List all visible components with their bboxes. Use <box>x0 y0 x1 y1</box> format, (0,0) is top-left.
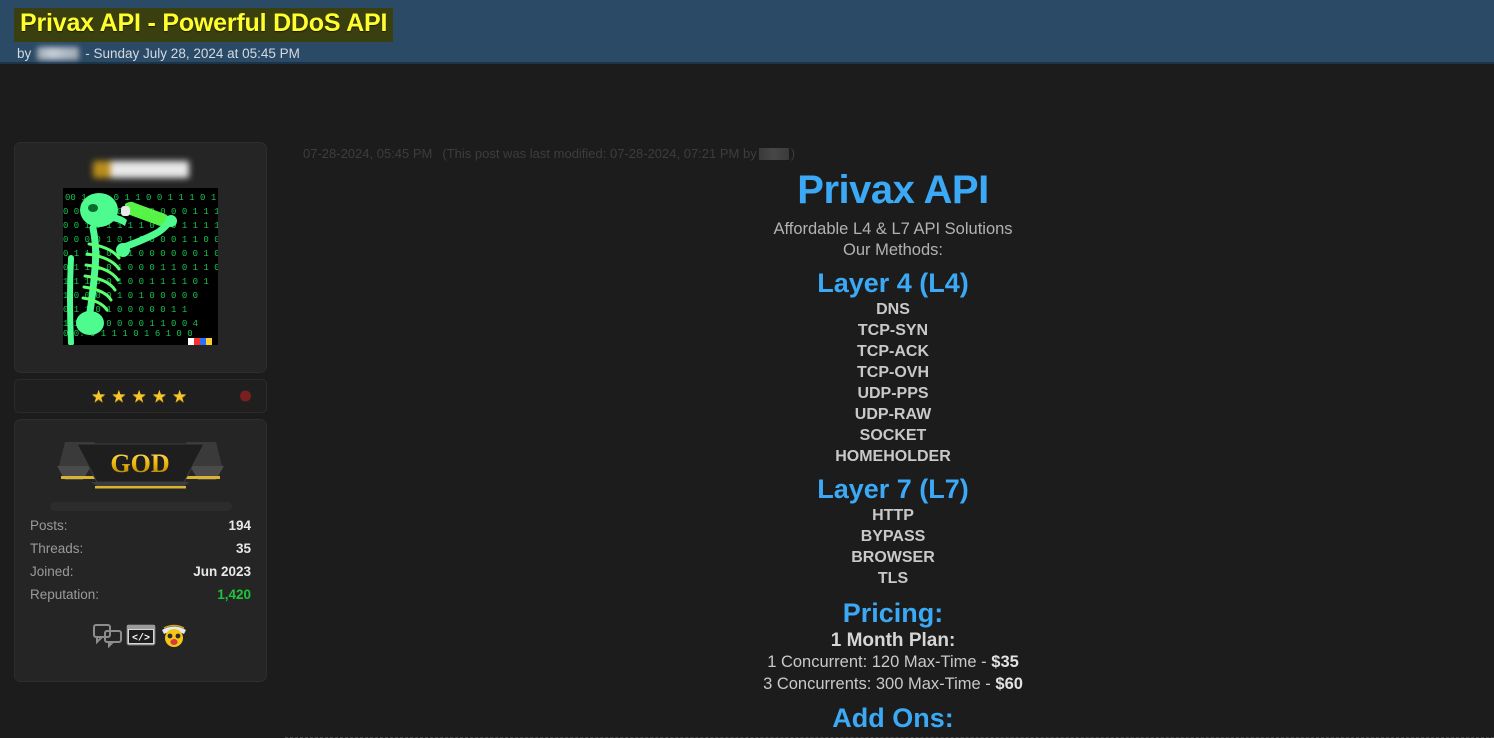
author-username-redacted[interactable] <box>92 161 189 178</box>
author-rating-stars: ★ ★ ★ ★ ★ <box>14 379 267 413</box>
stat-row-joined: Joined: Jun 2023 <box>30 562 251 585</box>
addons-heading: Add Ons: <box>832 703 954 734</box>
layer7-method: TLS <box>877 569 909 587</box>
plan-description: 3 Concurrents: 300 Max-Time - <box>763 674 996 693</box>
stat-label: Posts: <box>30 518 68 533</box>
stat-row-reputation: Reputation: 1,420 <box>30 585 251 608</box>
star-icon: ★ <box>111 386 127 406</box>
stat-label: Joined: <box>30 564 74 579</box>
stat-value: Jun 2023 <box>193 564 251 579</box>
star-icon: ★ <box>151 386 167 406</box>
layer4-heading: Layer 4 (L4) <box>817 267 969 298</box>
stat-value: 35 <box>235 541 251 556</box>
plan-row: 3 Concurrents: 300 Max-Time - $60 <box>303 674 1483 696</box>
stat-value: 194 <box>228 518 251 533</box>
layer4-method: TCP-OVH <box>857 363 929 381</box>
byline-date: - Sunday July 28, 2024 at 05:45 PM <box>85 45 300 61</box>
post-subtitle-1: Affordable L4 & L7 API Solutions <box>773 219 1013 238</box>
post-subtitle-2: Our Methods: <box>843 241 943 260</box>
author-stats-list: Posts: 194 Threads: 35 Joined: Jun 2023 … <box>30 516 251 608</box>
rank-progress-bar <box>49 502 232 511</box>
speech-bubbles-icon[interactable] <box>92 622 123 648</box>
layer7-heading: Layer 7 (L7) <box>817 473 969 504</box>
plan-description: 1 Concurrent: 120 Max-Time - <box>767 652 992 671</box>
post-area: 00 1 0 0 0 1 1 0 0 1 1 1 0 1 0 0 0 0 0 1… <box>0 64 1494 738</box>
post-meta-line: 07-28-2024, 05:45 PM (This post was last… <box>303 146 795 161</box>
star-icon: ★ <box>91 386 107 406</box>
star-icon: ★ <box>131 386 147 406</box>
svg-text:1 1 1 0 0 1 0 0 1 1 1 1: 1 1 1 0 0 1 0 0 1 1 1 1 0 1 <box>63 277 209 287</box>
rank-banner-graphic: GOD <box>57 442 224 489</box>
post-date: 07-28-2024, 05:45 PM <box>303 146 433 161</box>
online-status-indicator <box>240 390 251 402</box>
author-avatar-card: 00 1 0 0 0 1 1 0 0 1 1 1 0 1 0 0 0 0 0 1… <box>14 142 267 373</box>
layer4-method: TCP-ACK <box>857 342 929 360</box>
author-avatar-image[interactable]: 00 1 0 0 0 1 1 0 0 1 1 1 0 1 0 0 0 0 0 1… <box>63 188 218 345</box>
thread-byline: by - Sunday July 28, 2024 at 05:45 PM <box>14 46 1494 61</box>
svg-text:GOD: GOD <box>110 449 169 478</box>
stat-value-reputation[interactable]: 1,420 <box>217 587 251 602</box>
layer4-method: TCP-SYN <box>857 321 929 339</box>
stat-label: Threads: <box>30 541 84 556</box>
star-icon: ★ <box>172 386 188 406</box>
layer7-method: BYPASS <box>860 527 926 545</box>
post-title: Privax API <box>797 168 989 212</box>
plan-heading: 1 Month Plan: <box>830 629 956 651</box>
author-name-redacted <box>37 46 80 60</box>
code-window-icon[interactable]: </> <box>126 622 156 648</box>
layer4-method: HOMEHOLDER <box>835 447 951 465</box>
byline-by-label: by <box>17 45 32 61</box>
layer7-method: HTTP <box>872 506 914 524</box>
post-author-sidebar: 00 1 0 0 0 1 1 0 0 1 1 1 0 1 0 0 0 0 0 1… <box>14 142 267 682</box>
stat-row-threads: Threads: 35 <box>30 539 251 562</box>
author-rank-badge: GOD <box>30 436 251 511</box>
emoji-face-icon[interactable] <box>159 622 189 648</box>
post-content: Privax API Affordable L4 & L7 API Soluti… <box>303 168 1483 738</box>
stat-row-posts: Posts: 194 <box>30 516 251 539</box>
plan-price: $60 <box>995 674 1023 693</box>
post-edit-note-close: ) <box>790 146 796 161</box>
svg-text:</>: </> <box>131 633 149 645</box>
author-info-card: GOD Posts: 194 Threads: 35 Joined: Jun 2… <box>14 419 267 682</box>
stat-label: Reputation: <box>30 587 100 602</box>
layer7-method: BROWSER <box>851 548 935 566</box>
layer4-method: DNS <box>876 300 910 318</box>
editor-name-redacted <box>758 147 789 160</box>
pricing-heading: Pricing: <box>842 597 944 628</box>
post-edit-note-open: (This post was last modified: 07-28-2024… <box>442 146 757 161</box>
layer4-method: SOCKET <box>859 426 927 444</box>
plan-row: 1 Concurrent: 120 Max-Time - $35 <box>303 652 1483 674</box>
layer4-method: UDP-PPS <box>857 384 929 402</box>
author-awards-row: </> <box>30 622 251 648</box>
plan-price: $35 <box>991 652 1019 671</box>
thread-title: Privax API - Powerful DDoS API <box>14 8 394 42</box>
thread-header: Privax API - Powerful DDoS API by - Sund… <box>0 0 1494 64</box>
layer4-method: UDP-RAW <box>854 405 932 423</box>
